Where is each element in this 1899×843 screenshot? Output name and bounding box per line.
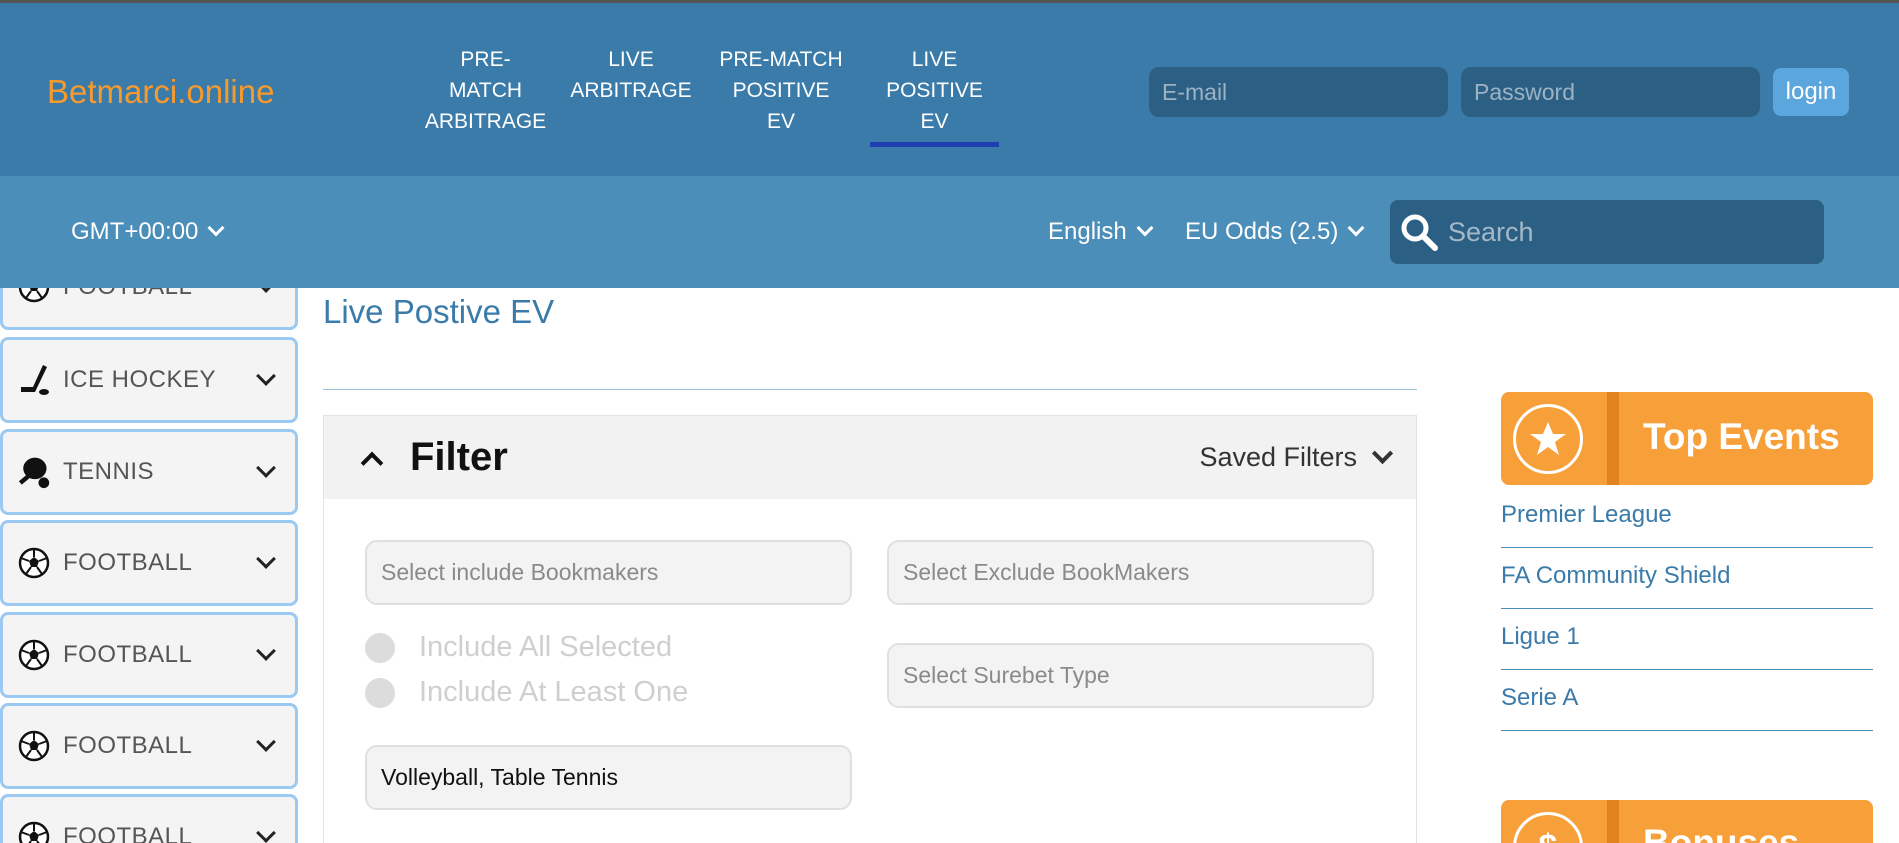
exclude-bookmakers-select[interactable]: Select Exclude BookMakers <box>887 540 1374 605</box>
sidebar-item-football[interactable]: FOOTBALL <box>0 612 298 698</box>
sports-select[interactable]: Volleyball, Table Tennis <box>365 745 852 810</box>
radio-button[interactable] <box>365 677 395 708</box>
event-link-fa-community-shield[interactable]: FA Community Shield <box>1501 562 1873 609</box>
event-link-serie-a[interactable]: Serie A <box>1501 684 1873 731</box>
top-events-title: Top Events <box>1643 416 1840 457</box>
sports-sidebar: FOOTBALL ICE HOCKEY TENNIS FOOTBALL FOOT… <box>0 288 300 843</box>
search-input[interactable] <box>1448 216 1818 248</box>
top-header: Betmarci.online PRE- MATCH ARBITRAGE LIV… <box>0 0 1899 176</box>
sidebar-item-label: TENNIS <box>63 458 155 485</box>
sidebar-item-football[interactable]: FOOTBALL <box>0 288 298 330</box>
sidebar-item-ice-hockey[interactable]: ICE HOCKEY <box>0 337 298 423</box>
radio-include-at-least-one[interactable]: Include At Least One <box>365 676 688 709</box>
sidebar-item-label: ICE HOCKEY <box>63 366 217 393</box>
login-button[interactable]: login <box>1773 68 1849 116</box>
divider-stripe <box>1607 392 1619 485</box>
nav-prematch-arbitrage[interactable]: PRE- MATCH ARBITRAGE <box>423 44 548 137</box>
divider <box>323 389 1417 390</box>
dollar-icon: $ <box>1513 812 1583 843</box>
nav-label: LIVE POSITIVE EV <box>886 48 983 133</box>
password-field[interactable] <box>1461 67 1760 117</box>
football-icon <box>17 638 51 672</box>
bonuses-title: Bonuses <box>1643 822 1800 843</box>
page-title: Live Postive EV <box>323 293 555 330</box>
sidebar-item-label: FOOTBALL <box>63 732 193 759</box>
sidebar-item-tennis[interactable]: TENNIS <box>0 429 298 515</box>
saved-filters-dropdown[interactable]: Saved Filters <box>1199 442 1394 473</box>
chevron-down-icon <box>256 641 276 661</box>
sidebar-item-label: FOOTBALL <box>63 641 193 668</box>
chevron-down-icon <box>256 458 276 478</box>
timezone-select[interactable]: GMT+00:00 <box>71 218 225 246</box>
nav-label: PRE- MATCH ARBITRAGE <box>424 48 547 133</box>
nav-label: PRE-MATCH POSITIVE EV <box>719 48 843 133</box>
event-link-premier-league[interactable]: Premier League <box>1501 501 1873 548</box>
nav-live-positive-ev[interactable]: LIVE POSITIVE EV <box>870 44 999 147</box>
chevron-down-icon <box>207 219 225 237</box>
chevron-down-icon <box>256 823 276 843</box>
brand-logo[interactable]: Betmarci.online <box>47 73 274 111</box>
sidebar-item-label: FOOTBALL <box>63 823 193 843</box>
saved-filters-label: Saved Filters <box>1199 442 1357 472</box>
search-box <box>1390 200 1824 264</box>
ice-hockey-icon <box>17 363 51 397</box>
radio-button[interactable] <box>365 632 395 663</box>
chevron-down-icon <box>1136 219 1154 237</box>
filter-header: Filter Saved Filters <box>324 416 1416 499</box>
include-bookmakers-select[interactable]: Select include Bookmakers <box>365 540 852 605</box>
nav-live-arbitrage[interactable]: LIVE ARBITRAGE <box>566 44 696 106</box>
sidebar-item-football[interactable]: FOOTBALL <box>0 794 298 843</box>
radio-label: Include All Selected <box>419 631 673 663</box>
nav-label: LIVE ARBITRAGE <box>570 48 692 102</box>
chevron-up-icon[interactable] <box>360 451 384 474</box>
bonuses-header: $ Bonuses <box>1501 800 1873 843</box>
chevron-down-icon <box>256 366 276 386</box>
football-icon <box>17 288 51 304</box>
football-icon <box>17 546 51 580</box>
chevron-down-icon <box>1347 219 1365 237</box>
filter-title: Filter <box>410 435 508 479</box>
language-select[interactable]: English <box>1048 218 1154 246</box>
football-icon <box>17 729 51 763</box>
sidebar-item-football[interactable]: FOOTBALL <box>0 520 298 606</box>
sidebar-item-label: FOOTBALL <box>63 549 193 576</box>
divider-stripe <box>1607 800 1619 843</box>
timezone-value: GMT+00:00 <box>71 218 199 245</box>
odds-format-select[interactable]: EU Odds (2.5) <box>1185 218 1365 246</box>
event-link-ligue-1[interactable]: Ligue 1 <box>1501 623 1873 670</box>
language-value: English <box>1048 218 1127 245</box>
sidebar-item-label: FOOTBALL <box>63 288 259 301</box>
top-events-header: Top Events <box>1501 392 1873 485</box>
chevron-down-icon <box>256 288 276 293</box>
chevron-down-icon <box>256 732 276 752</box>
star-icon <box>1513 404 1583 474</box>
tennis-icon <box>17 455 51 489</box>
chevron-down-icon <box>1371 442 1394 464</box>
football-icon <box>17 820 51 843</box>
odds-format-value: EU Odds (2.5) <box>1185 218 1339 245</box>
radio-include-all[interactable]: Include All Selected <box>365 631 672 664</box>
surebet-type-select[interactable]: Select Surebet Type <box>887 643 1374 708</box>
email-field[interactable] <box>1149 67 1448 117</box>
sidebar-item-football[interactable]: FOOTBALL <box>0 703 298 789</box>
nav-prematch-positive-ev[interactable]: PRE-MATCH POSITIVE EV <box>712 44 850 137</box>
radio-label: Include At Least One <box>419 676 689 708</box>
search-icon <box>1401 214 1438 251</box>
chevron-down-icon <box>256 549 276 569</box>
